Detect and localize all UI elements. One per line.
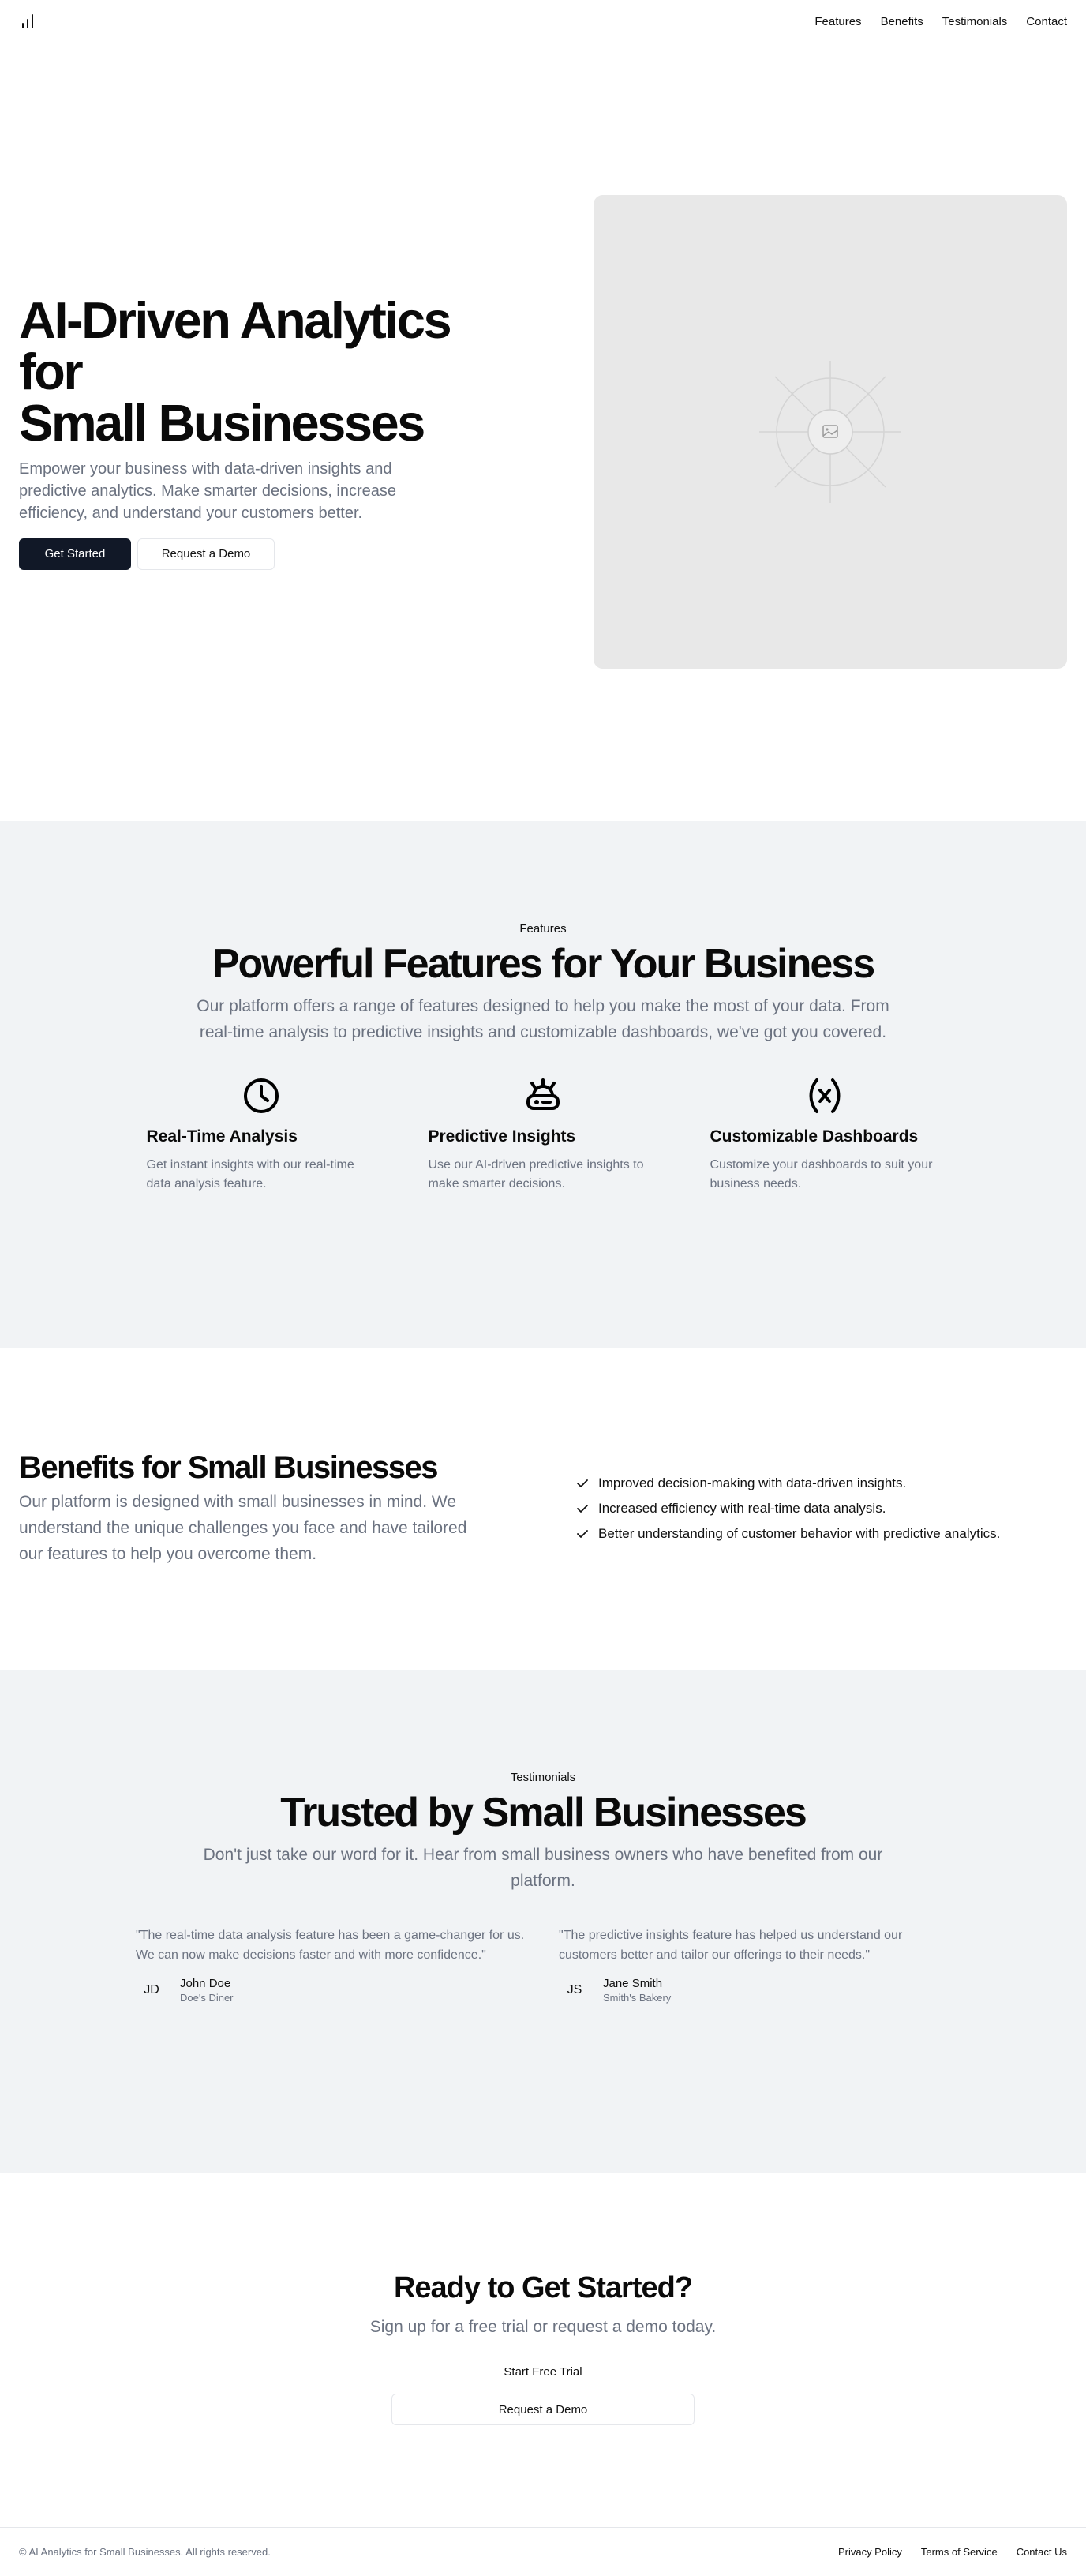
start-free-trial-button[interactable]: Start Free Trial <box>504 2362 582 2381</box>
check-icon <box>577 1479 588 1487</box>
testimonial-author: JD John Doe Doe's Diner <box>136 1974 527 2006</box>
benefit-item: Better understanding of customer behavio… <box>576 1521 1000 1547</box>
feature-card: Real-Time Analysis Get instant insights … <box>147 1077 376 1194</box>
benefit-label: Improved decision-making with data-drive… <box>598 1475 907 1490</box>
footer-link-terms[interactable]: Terms of Service <box>921 2546 998 2558</box>
features-eyebrow: Features <box>519 922 567 936</box>
image-placeholder-icon <box>759 361 901 503</box>
site-footer: © AI Analytics for Small Businesses. All… <box>0 2527 1086 2576</box>
testimonial-card: "The real-time data analysis feature has… <box>136 1925 527 2006</box>
testimonial-quote: "The predictive insights feature has hel… <box>559 1929 903 1963</box>
footer-link-contact[interactable]: Contact Us <box>1017 2546 1067 2558</box>
avatar: JD <box>144 1983 159 1997</box>
site-header: Features Benefits Testimonials Contact <box>0 0 1086 43</box>
benefits-list: Improved decision-making with data-drive… <box>576 1471 1000 1547</box>
benefit-label: Increased efficiency with real-time data… <box>598 1501 886 1516</box>
benefit-item: Improved decision-making with data-drive… <box>576 1471 1000 1496</box>
nav-link-features[interactable]: Features <box>814 15 861 28</box>
feature-card: Predictive Insights Use our AI-driven pr… <box>429 1077 658 1194</box>
cta-subtitle: Sign up for a free trial or request a de… <box>369 2318 717 2336</box>
hero-title: AI-Driven Analytics for Small Businesses <box>19 294 524 448</box>
benefit-label: Better understanding of customer behavio… <box>598 1526 1001 1541</box>
hero-title-line1: AI-Driven Analytics for <box>19 291 452 400</box>
hero-content: AI-Driven Analytics for Small Businesses… <box>19 294 524 570</box>
testimonials-title: Trusted by Small Businesses <box>280 1790 807 1835</box>
check-icon <box>577 1505 588 1513</box>
benefit-item: Increased efficiency with real-time data… <box>576 1496 1000 1521</box>
nav-link-contact[interactable]: Contact <box>1026 15 1067 28</box>
insights-icon <box>429 1077 658 1118</box>
testimonial-quote: "The real-time data analysis feature has… <box>136 1929 525 1963</box>
nav-link-benefits[interactable]: Benefits <box>881 15 923 28</box>
benefits-subtitle: Our platform is designed with small busi… <box>19 1493 467 1563</box>
check-icon <box>577 1530 588 1538</box>
author-company: Doe's Diner <box>180 1992 234 2004</box>
hero-section: AI-Driven Analytics for Small Businesses… <box>0 43 1086 821</box>
author-name: Jane Smith <box>603 1977 663 1991</box>
author-info: Jane Smith Smith's Bakery <box>603 1977 671 2004</box>
clock-icon <box>147 1077 376 1118</box>
testimonials-subtitle: Don't just take our word for it. Hear fr… <box>203 1846 883 1891</box>
request-demo-button[interactable]: Request a Demo <box>137 538 275 570</box>
hero-title-line2: Small Businesses <box>19 393 425 452</box>
features-subtitle: Our platform offers a range of features … <box>197 997 889 1042</box>
bar-chart-icon-svg <box>22 14 33 28</box>
testimonial-grid: "The real-time data analysis feature has… <box>0 1925 1086 2006</box>
features-section: Features Powerful Features for Your Busi… <box>0 821 1086 1348</box>
footer-link-privacy[interactable]: Privacy Policy <box>838 2546 902 2558</box>
features-title: Powerful Features for Your Business <box>212 941 875 987</box>
features-grid: Real-Time Analysis Get instant insights … <box>0 1077 1086 1194</box>
avatar: JS <box>567 1983 582 1997</box>
benefits-title: Benefits for Small Businesses <box>19 1450 439 1485</box>
hero-buttons: Get Started Request a Demo <box>19 538 524 570</box>
cta-section: Ready to Get Started? Sign up for a free… <box>0 2173 1086 2527</box>
feature-description: Get instant insights with our real-time … <box>146 1158 354 1191</box>
copyright-text: © AI Analytics for Small Businesses. All… <box>19 2546 271 2558</box>
hero-subtitle: Empower your business with data-driven i… <box>19 459 396 522</box>
testimonials-eyebrow: Testimonials <box>510 1771 576 1784</box>
hero-image-placeholder <box>594 195 1067 669</box>
bar-chart-icon[interactable] <box>19 13 36 30</box>
testimonial-author: JS Jane Smith Smith's Bakery <box>559 1974 950 2006</box>
cta-title: Ready to Get Started? <box>393 2271 693 2304</box>
author-company: Smith's Bakery <box>603 1992 672 2004</box>
testimonials-section: Testimonials Trusted by Small Businesses… <box>0 1670 1086 2173</box>
feature-description: Use our AI-driven predictive insights to… <box>428 1158 644 1191</box>
feature-title: Real-Time Analysis <box>146 1127 298 1146</box>
feature-description: Customize your dashboards to suit your b… <box>710 1158 933 1191</box>
nav-link-testimonials[interactable]: Testimonials <box>942 15 1008 28</box>
testimonial-card: "The predictive insights feature has hel… <box>559 1925 950 2006</box>
benefits-section: Benefits for Small Businesses Our platfo… <box>0 1348 1086 1670</box>
benefits-content: Benefits for Small Businesses Our platfo… <box>19 1450 492 1567</box>
get-started-button[interactable]: Get Started <box>19 538 131 570</box>
feature-title: Predictive Insights <box>428 1127 576 1146</box>
author-name: John Doe <box>180 1977 231 1991</box>
variable-icon <box>710 1077 940 1118</box>
author-info: John Doe Doe's Diner <box>180 1977 234 2004</box>
feature-title: Customizable Dashboards <box>710 1127 919 1146</box>
footer-links: Privacy Policy Terms of Service Contact … <box>838 2546 1067 2558</box>
feature-card: Customizable Dashboards Customize your d… <box>710 1077 940 1194</box>
cta-request-demo-button[interactable]: Request a Demo <box>391 2394 695 2425</box>
main-nav: Features Benefits Testimonials Contact <box>814 15 1067 28</box>
